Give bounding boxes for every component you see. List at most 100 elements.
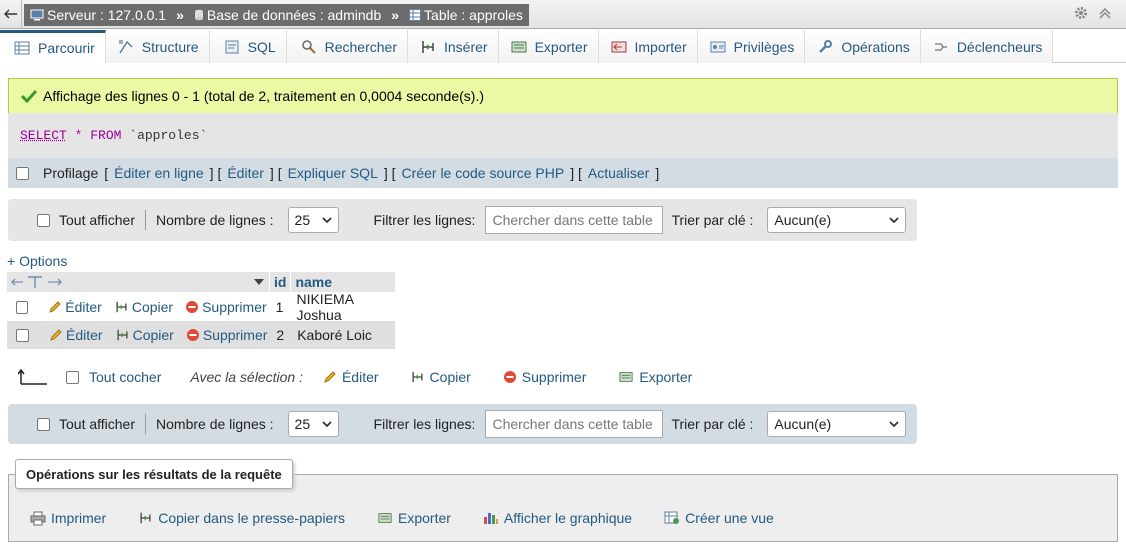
show-all-label: Tout afficher: [59, 212, 136, 228]
filter-label: Filtrer les lignes:: [373, 212, 476, 228]
row-edit-button[interactable]: Éditer: [48, 299, 102, 315]
printer-icon: [30, 511, 46, 525]
export-icon: [378, 513, 392, 523]
edit-link[interactable]: Éditer: [227, 165, 264, 181]
tab-import[interactable]: Importer: [598, 30, 698, 63]
check-all-checkbox[interactable]: [66, 370, 79, 384]
row-delete-button[interactable]: Supprimer: [186, 327, 267, 343]
tab-search[interactable]: Rechercher: [286, 30, 408, 63]
bulk-edit-button[interactable]: Éditer: [323, 369, 379, 385]
profiling-label: Profilage: [43, 165, 99, 181]
sql-icon: [225, 40, 239, 53]
tab-structure[interactable]: Structure: [105, 30, 210, 63]
copy-icon: [412, 371, 423, 383]
chevron-down-icon: [889, 216, 900, 223]
edit-inline-link[interactable]: Éditer en ligne: [114, 165, 204, 181]
column-toggle-icon[interactable]: [11, 275, 63, 289]
bulk-delete-button[interactable]: Supprimer: [503, 369, 586, 385]
sort-select[interactable]: Aucun(e): [767, 207, 907, 233]
breadcrumb-separator: »: [176, 7, 184, 23]
tab-browse[interactable]: Parcourir: [0, 30, 106, 63]
bulk-export-label: Exporter: [639, 369, 693, 385]
show-all-label: Tout afficher: [59, 416, 136, 432]
sql-query[interactable]: SELECT * FROM `approles`: [8, 113, 1118, 158]
create-php-link[interactable]: Créer le code source PHP: [402, 165, 565, 181]
export-icon: [619, 372, 633, 382]
print-button[interactable]: Imprimer: [30, 510, 106, 526]
refresh-link[interactable]: Actualiser: [588, 165, 649, 181]
tab-label: Rechercher: [324, 38, 397, 55]
triggers-icon: [934, 42, 947, 51]
sort-label: Trier par clé :: [671, 416, 754, 432]
tab-label: Exporter: [534, 38, 588, 55]
cell-name[interactable]: NIKIEMA Joshua: [296, 291, 395, 323]
explain-sql-link[interactable]: Expliquer SQL: [288, 165, 378, 181]
sql-star: *: [74, 128, 83, 143]
row-delete-button[interactable]: Supprimer: [185, 299, 267, 315]
tab-export[interactable]: Exporter: [498, 30, 599, 63]
database-icon: [194, 9, 203, 21]
row-copy-button[interactable]: Copier: [114, 299, 173, 315]
sort-select[interactable]: Aucun(e): [767, 411, 907, 437]
row-copy-button[interactable]: Copier: [115, 327, 174, 343]
back-arrow-icon[interactable]: [0, 0, 22, 29]
gear-icon[interactable]: [1074, 6, 1088, 23]
profiling-checkbox[interactable]: [16, 166, 29, 180]
column-header-id[interactable]: id: [274, 274, 286, 290]
search-icon: [301, 39, 316, 54]
browse-icon: [14, 41, 30, 55]
show-chart-button[interactable]: Afficher le graphique: [483, 510, 632, 526]
breadcrumb-table[interactable]: Table : approles: [424, 7, 523, 23]
bulk-export-button[interactable]: Exporter: [618, 369, 692, 385]
tab-triggers[interactable]: Déclencheurs: [920, 30, 1054, 63]
rows-select[interactable]: 25: [287, 207, 339, 233]
show-all-checkbox[interactable]: [37, 213, 50, 227]
chevron-down-icon: [321, 420, 332, 427]
tab-operations[interactable]: Opérations: [805, 30, 921, 63]
show-chart-label: Afficher le graphique: [503, 510, 633, 526]
cell-id[interactable]: 2: [276, 327, 284, 343]
check-all-label[interactable]: Tout cocher: [89, 369, 161, 385]
import-icon: [611, 41, 626, 52]
create-view-button[interactable]: Créer une vue: [664, 510, 774, 526]
sql-keyword-from: FROM: [90, 128, 122, 143]
breadcrumb-server[interactable]: Serveur : 127.0.0.1: [47, 7, 166, 23]
filter-input[interactable]: Chercher dans cette table: [485, 410, 664, 438]
rows-select[interactable]: 25: [287, 411, 339, 437]
copy-clipboard-label: Copier dans le presse-papiers: [158, 510, 345, 526]
sort-dropdown-icon[interactable]: [253, 277, 265, 287]
breadcrumb-database[interactable]: Base de données : admindb: [207, 7, 381, 23]
row-checkbox[interactable]: [16, 300, 29, 314]
success-text: Affichage des lignes 0 - 1 (total de 2, …: [43, 88, 484, 104]
sort-value: Aucun(e): [774, 416, 832, 432]
tab-insert[interactable]: Insérer: [408, 30, 499, 63]
table-tabs: Parcourir Structure SQL Rechercher Insér…: [0, 30, 1126, 63]
collapse-icon[interactable]: [1098, 6, 1112, 23]
options-link[interactable]: + Options: [7, 253, 67, 269]
row-edit-button[interactable]: Éditer: [49, 327, 103, 343]
chevron-down-icon: [321, 216, 332, 223]
tab-sql[interactable]: SQL: [209, 30, 287, 63]
privileges-icon: [710, 41, 726, 52]
column-header-name[interactable]: name: [295, 274, 332, 290]
divider: [145, 210, 147, 230]
pencil-icon: [324, 371, 336, 383]
bulk-copy-button[interactable]: Copier: [410, 369, 471, 385]
delete-icon: [186, 329, 199, 341]
chevron-down-icon: [889, 420, 900, 427]
copy-clipboard-button[interactable]: Copier dans le presse-papiers: [138, 510, 345, 526]
show-all-checkbox[interactable]: [37, 417, 50, 431]
export-button[interactable]: Exporter: [377, 510, 451, 526]
tab-privileges[interactable]: Privilèges: [697, 30, 806, 63]
create-view-label: Créer une vue: [685, 510, 774, 526]
tab-label: Opérations: [841, 38, 910, 55]
bar-chart-icon: [483, 513, 498, 524]
sort-value: Aucun(e): [774, 212, 832, 228]
filter-input[interactable]: Chercher dans cette table: [485, 206, 664, 234]
wrench-icon: [819, 39, 833, 53]
tab-label: Parcourir: [38, 40, 95, 56]
cell-id[interactable]: 1: [276, 299, 284, 315]
tab-label: Privilèges: [733, 38, 795, 55]
row-checkbox[interactable]: [16, 328, 29, 342]
cell-name[interactable]: Kaboré Loic: [297, 327, 372, 343]
